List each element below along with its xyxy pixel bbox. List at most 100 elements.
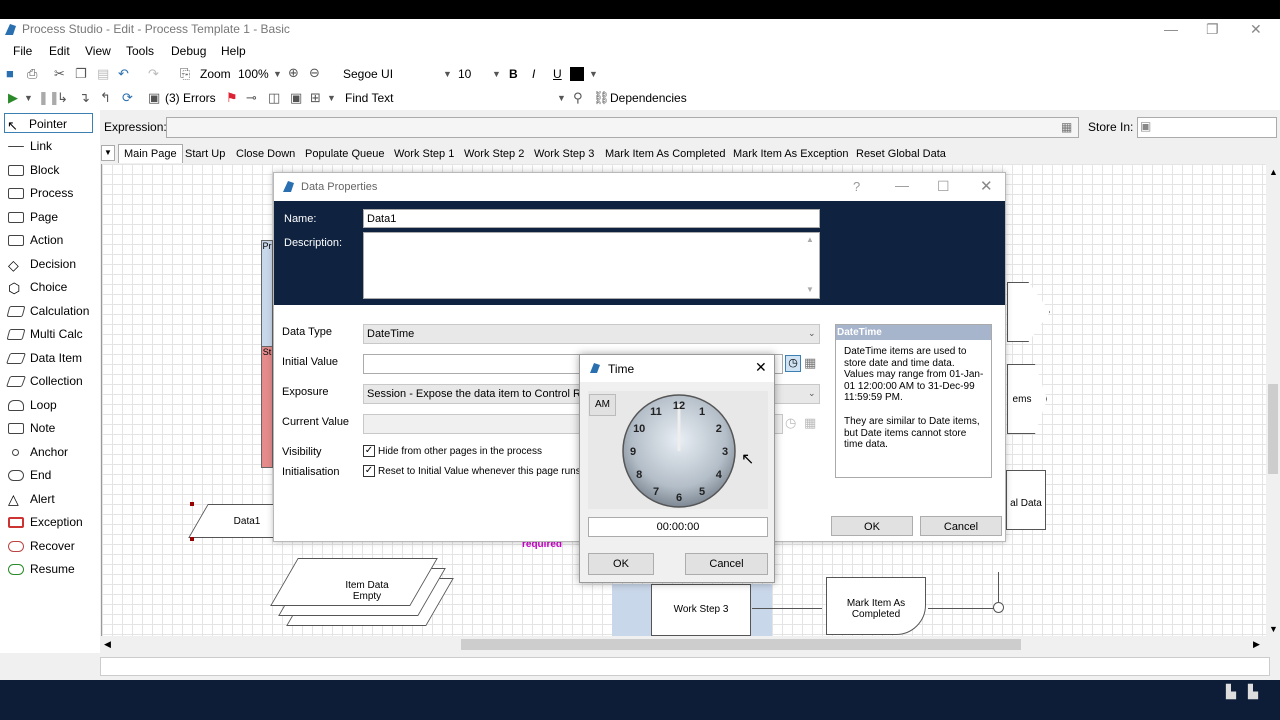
- size-chevron-down-icon[interactable]: ▼: [492, 66, 501, 82]
- tool-choice[interactable]: ⬡ Choice: [6, 277, 94, 297]
- paste-icon[interactable]: ▤: [97, 66, 109, 82]
- dialog-minimize-icon[interactable]: —: [895, 177, 909, 193]
- breakpoint-flag-icon[interactable]: ⚑: [226, 90, 238, 106]
- undo-icon[interactable]: ↶: [118, 66, 129, 82]
- menu-view[interactable]: View: [85, 44, 111, 58]
- tool-pointer[interactable]: ↖ Pointer: [4, 113, 93, 133]
- time-cancel-button[interactable]: Cancel: [685, 553, 768, 575]
- close-window-button[interactable]: ✕: [1250, 21, 1262, 38]
- initialisation-checkbox[interactable]: ✓: [363, 465, 375, 477]
- step-over-icon[interactable]: ↴: [79, 90, 90, 106]
- tab-work-step-2[interactable]: Work Step 2: [464, 148, 524, 160]
- print-icon[interactable]: ⎙: [27, 66, 37, 82]
- redo-icon[interactable]: ↷: [148, 66, 159, 82]
- bold-button[interactable]: B: [509, 67, 518, 81]
- minimize-button[interactable]: —: [1164, 21, 1178, 37]
- find-text-input[interactable]: Find Text: [345, 91, 393, 105]
- expression-input[interactable]: [166, 117, 1079, 138]
- tab-main-page[interactable]: Main Page: [118, 144, 183, 163]
- dialog-close-icon[interactable]: ✕: [980, 177, 993, 195]
- zoom-chevron-down-icon[interactable]: ▼: [273, 66, 282, 82]
- visibility-checkbox[interactable]: ✓: [363, 445, 375, 457]
- tool-link[interactable]: Link: [6, 136, 94, 156]
- text-color-button[interactable]: [570, 67, 584, 81]
- canvas-decision-shape[interactable]: [1007, 282, 1050, 342]
- tab-populate-queue[interactable]: Populate Queue: [305, 148, 385, 160]
- tool-recover[interactable]: Recover: [6, 536, 94, 556]
- menu-debug[interactable]: Debug: [171, 44, 206, 58]
- tab-close-down[interactable]: Close Down: [236, 148, 295, 160]
- tool-collection[interactable]: Collection: [5, 371, 94, 391]
- menu-help[interactable]: Help: [221, 44, 246, 58]
- cut-icon[interactable]: ✂: [54, 66, 65, 82]
- tabs-chevron-down-icon[interactable]: ▼: [101, 145, 115, 161]
- tool-alert[interactable]: △ Alert: [6, 489, 94, 509]
- tool-multi-calc[interactable]: Multi Calc: [6, 324, 94, 344]
- tool-page[interactable]: Page: [6, 207, 94, 227]
- time-close-icon[interactable]: ✕: [755, 359, 767, 376]
- tool-anchor[interactable]: Anchor: [6, 442, 94, 462]
- step-icon[interactable]: ↳: [57, 90, 68, 106]
- canvas-block-st[interactable]: St: [261, 346, 273, 468]
- step-out-icon[interactable]: ↰: [100, 90, 111, 106]
- font-name-select[interactable]: Segoe UI: [343, 67, 393, 81]
- desc-scroll-down-icon[interactable]: ▼: [806, 285, 814, 294]
- restore-button[interactable]: ❐: [1206, 21, 1219, 38]
- tab-work-step-3[interactable]: Work Step 3: [534, 148, 594, 160]
- time-ok-button[interactable]: OK: [588, 553, 654, 575]
- find-chevron-down-icon[interactable]: ▼: [557, 90, 566, 106]
- color-chevron-down-icon[interactable]: ▼: [589, 66, 598, 82]
- horizontal-scrollbar[interactable]: ◀ ▶: [101, 636, 1266, 653]
- tab-start-up[interactable]: Start Up: [185, 148, 225, 160]
- tool-loop[interactable]: Loop: [6, 395, 94, 415]
- zoom-out-icon[interactable]: ⊖: [309, 65, 320, 81]
- copy-icon[interactable]: ❐: [75, 66, 87, 82]
- save-icon[interactable]: ■: [6, 66, 14, 82]
- canvas-anchor[interactable]: [993, 602, 1004, 613]
- menu-file[interactable]: File: [13, 44, 32, 58]
- help-icon[interactable]: ?: [853, 179, 860, 194]
- expression-builder-icon[interactable]: ▦: [1061, 120, 1072, 134]
- run-chevron-down-icon[interactable]: ▼: [24, 90, 33, 106]
- scroll-up-icon[interactable]: ▲: [1269, 167, 1278, 177]
- taskbar-app-icon-2[interactable]: ▙: [1248, 684, 1258, 700]
- tool-end[interactable]: End: [6, 465, 94, 485]
- errors-button[interactable]: (3) Errors: [165, 91, 216, 105]
- tool-resume[interactable]: Resume: [6, 559, 94, 579]
- tool-decision[interactable]: ◇ Decision: [6, 254, 94, 274]
- exposure-chevron-down-icon[interactable]: ⌄: [808, 388, 816, 399]
- zoom-in-icon[interactable]: ⊕: [288, 65, 299, 81]
- tool-block[interactable]: Block: [6, 160, 94, 180]
- tab-work-step-1[interactable]: Work Step 1: [394, 148, 454, 160]
- menu-tools[interactable]: Tools: [126, 44, 154, 58]
- ok-button[interactable]: OK: [831, 516, 913, 536]
- underline-button[interactable]: U: [553, 67, 562, 81]
- reset-icon[interactable]: ⟳: [122, 90, 133, 106]
- am-pm-toggle[interactable]: AM: [589, 394, 616, 416]
- tool-calculation[interactable]: Calculation: [6, 301, 94, 321]
- vertical-scroll-thumb[interactable]: [1268, 384, 1278, 474]
- italic-button[interactable]: I: [532, 67, 535, 81]
- find-icon[interactable]: ⚲: [573, 90, 583, 106]
- scroll-right-icon[interactable]: ▶: [1253, 639, 1260, 650]
- clock-face[interactable]: 121234567891011: [620, 392, 738, 510]
- run-icon[interactable]: ▶: [8, 90, 18, 106]
- store-in-input[interactable]: [1137, 117, 1277, 138]
- tool-exception[interactable]: Exception: [6, 512, 94, 532]
- time-value-input[interactable]: 00:00:00: [588, 517, 768, 537]
- clock-picker-icon[interactable]: ◷: [785, 355, 801, 372]
- link-icon[interactable]: ⊸: [246, 90, 257, 106]
- layout-icon[interactable]: ⊞: [310, 90, 321, 106]
- data-type-chevron-down-icon[interactable]: ⌄: [808, 328, 816, 339]
- dependencies-icon[interactable]: ⛓: [593, 90, 610, 106]
- description-input[interactable]: [363, 232, 820, 299]
- font-chevron-down-icon[interactable]: ▼: [443, 66, 452, 82]
- menu-edit[interactable]: Edit: [49, 44, 70, 58]
- dependencies-button[interactable]: Dependencies: [610, 91, 687, 105]
- calendar-picker-icon[interactable]: ▦: [804, 355, 816, 371]
- cancel-button[interactable]: Cancel: [920, 516, 1002, 536]
- view-icon[interactable]: ◫: [268, 90, 280, 106]
- scroll-down-icon[interactable]: ▼: [1269, 624, 1278, 634]
- dialog-maximize-icon[interactable]: ☐: [937, 178, 950, 195]
- errors-icon[interactable]: ▣: [148, 90, 160, 106]
